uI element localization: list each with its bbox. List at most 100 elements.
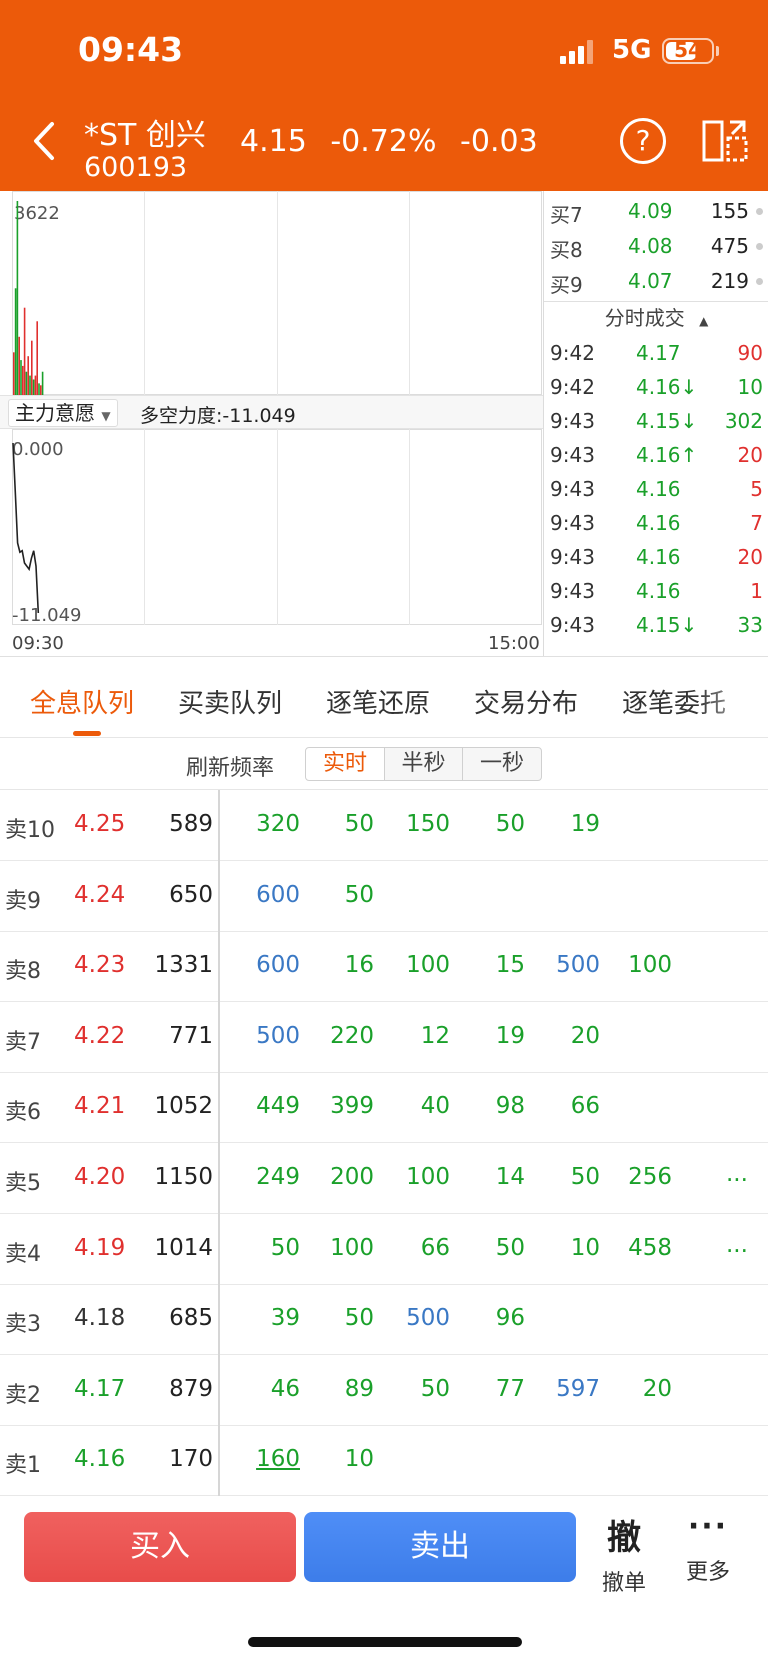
volume-bar: [25, 371, 28, 395]
bid-label: 买9: [550, 273, 583, 297]
buy-button[interactable]: 买入: [24, 1512, 296, 1582]
queue-order-volume[interactable]: 98: [455, 1093, 525, 1119]
tab-tick-restore[interactable]: 逐笔还原: [326, 683, 430, 720]
tick-time: 9:42: [550, 375, 595, 399]
indicator-dropdown[interactable]: 主力意愿 ▼: [8, 399, 118, 427]
volume-bar: [29, 375, 31, 395]
refresh-half-second-button[interactable]: 半秒: [384, 747, 463, 781]
queue-order-volume[interactable]: 89: [304, 1376, 374, 1402]
bid-row: 买9 4.07 219: [544, 263, 768, 299]
queue-row[interactable]: 卖5 4.20 1150 249 200 100 14 50 256...: [0, 1143, 768, 1214]
queue-order-volume[interactable]: 160: [230, 1446, 300, 1472]
tick-row: 9:43 4.16 1: [544, 573, 768, 609]
tick-row: 9:43 4.15↓ 33: [544, 607, 768, 643]
queue-order-volume[interactable]: 100: [380, 1164, 450, 1190]
volume-bar: [32, 379, 35, 395]
order-queue-table: 卖10 4.25 589 320 50 150 50 19 卖9 4.24 650 600 50 卖8 4.…: [0, 790, 768, 1497]
queue-total-volume: 589: [169, 811, 213, 837]
queue-row[interactable]: 卖10 4.25 589 320 50 150 50 19: [0, 790, 768, 861]
queue-row[interactable]: 卖9 4.24 650 600 50: [0, 861, 768, 932]
refresh-realtime-button[interactable]: 实时: [305, 747, 385, 781]
queue-order-volume[interactable]: 320: [230, 811, 300, 837]
queue-order-volume[interactable]: 600: [230, 952, 300, 978]
tick-row: 9:43 4.16 5: [544, 471, 768, 507]
queue-order-volume[interactable]: 256: [602, 1164, 672, 1190]
queue-order-volume[interactable]: 50: [304, 811, 374, 837]
queue-row[interactable]: 卖2 4.17 879 46 89 50 77 597 20: [0, 1355, 768, 1426]
queue-row[interactable]: 卖7 4.22 771 500 220 12 19 20: [0, 1002, 768, 1073]
queue-order-volume[interactable]: 449: [230, 1093, 300, 1119]
queue-order-volume[interactable]: 20: [602, 1376, 672, 1402]
queue-order-volume[interactable]: 50: [530, 1164, 600, 1190]
more-button[interactable]: ··· 更多: [678, 1510, 738, 1586]
bid-dot-icon: [756, 208, 763, 215]
stock-code: 600193: [84, 152, 188, 183]
queue-order-volume[interactable]: 50: [304, 1305, 374, 1331]
queue-order-volume[interactable]: 200: [304, 1164, 374, 1190]
queue-order-volume[interactable]: 100: [380, 952, 450, 978]
queue-order-volume[interactable]: 40: [380, 1093, 450, 1119]
queue-level-label: 卖4: [5, 1241, 41, 1267]
queue-order-volume[interactable]: 220: [304, 1023, 374, 1049]
tick-row: 9:42 4.16↓ 10: [544, 369, 768, 405]
queue-row[interactable]: 卖1 4.16 170 160 10: [0, 1425, 768, 1497]
queue-order-volume[interactable]: 600: [230, 882, 300, 908]
queue-order-volume[interactable]: 500: [530, 952, 600, 978]
queue-order-volume[interactable]: 66: [380, 1235, 450, 1261]
bid-label: 买8: [550, 238, 583, 262]
queue-order-volume[interactable]: 66: [530, 1093, 600, 1119]
volume-bar: [23, 307, 26, 395]
queue-order-volume[interactable]: 100: [304, 1235, 374, 1261]
queue-order-volume[interactable]: 10: [304, 1446, 374, 1472]
cancel-icon: 撤: [607, 1518, 641, 1558]
queue-row[interactable]: 卖8 4.23 1331 600 16 100 15 500 100: [0, 931, 768, 1003]
queue-order-volume[interactable]: 50: [380, 1376, 450, 1402]
queue-order-volume[interactable]: 597: [530, 1376, 600, 1402]
queue-order-volume[interactable]: 96: [455, 1305, 525, 1331]
queue-order-volume[interactable]: 249: [230, 1164, 300, 1190]
queue-order-volume[interactable]: 50: [455, 1235, 525, 1261]
switch-layout-icon[interactable]: [700, 116, 750, 166]
queue-order-volume[interactable]: 19: [455, 1023, 525, 1049]
tab-trade-distribution[interactable]: 交易分布: [474, 683, 578, 720]
back-arrow-icon[interactable]: [26, 116, 62, 166]
queue-order-volume[interactable]: 16: [304, 952, 374, 978]
queue-level-label: 卖5: [5, 1171, 41, 1196]
queue-order-volume[interactable]: 50: [304, 882, 374, 908]
queue-order-volume[interactable]: 20: [530, 1023, 600, 1049]
queue-order-volume[interactable]: 15: [455, 952, 525, 978]
indicator-series-line: [12, 442, 40, 614]
tab-order-queue[interactable]: 买卖队列: [178, 683, 282, 720]
queue-order-volume[interactable]: 19: [530, 811, 600, 837]
queue-row[interactable]: 卖6 4.21 1052 449 399 40 98 66: [0, 1072, 768, 1144]
queue-order-volume[interactable]: 12: [380, 1023, 450, 1049]
queue-order-volume[interactable]: 100: [602, 952, 672, 978]
queue-price: 4.23: [74, 952, 126, 979]
queue-row[interactable]: 卖4 4.19 1014 50 100 66 50 10 458...: [0, 1214, 768, 1285]
queue-more-icon[interactable]: ...: [726, 1232, 748, 1258]
dropdown-arrow-icon: ▼: [101, 409, 111, 423]
queue-order-volume[interactable]: 14: [455, 1164, 525, 1190]
queue-more-icon[interactable]: ...: [726, 1161, 748, 1187]
indicator-name: 主力意愿: [15, 401, 95, 425]
queue-order-volume[interactable]: 458: [602, 1235, 672, 1261]
queue-order-volume[interactable]: 77: [455, 1376, 525, 1402]
queue-order-volume[interactable]: 50: [455, 811, 525, 837]
queue-order-volume[interactable]: 500: [380, 1305, 450, 1331]
intraday-chart[interactable]: 3622 主力意愿 ▼ 多空力度:-11.049 0.000 -11.049 0…: [0, 191, 543, 656]
tick-volume: 10: [737, 375, 763, 399]
queue-order-volume[interactable]: 10: [530, 1235, 600, 1261]
tab-full-queue[interactable]: 全息队列: [30, 683, 134, 720]
ticks-header[interactable]: 分时成交 ▲: [544, 301, 768, 335]
queue-row[interactable]: 卖3 4.18 685 39 50 500 96: [0, 1284, 768, 1356]
queue-order-volume[interactable]: 399: [304, 1093, 374, 1119]
sell-button[interactable]: 卖出: [304, 1512, 576, 1582]
queue-order-volume[interactable]: 150: [380, 811, 450, 837]
queue-order-volume[interactable]: 39: [230, 1305, 300, 1331]
queue-order-volume[interactable]: 500: [230, 1023, 300, 1049]
queue-order-volume[interactable]: 46: [230, 1376, 300, 1402]
help-icon[interactable]: ?: [620, 118, 666, 164]
cancel-order-button[interactable]: 撤 撤单: [594, 1510, 654, 1597]
refresh-one-second-button[interactable]: 一秒: [462, 747, 542, 781]
queue-order-volume[interactable]: 50: [230, 1235, 300, 1261]
